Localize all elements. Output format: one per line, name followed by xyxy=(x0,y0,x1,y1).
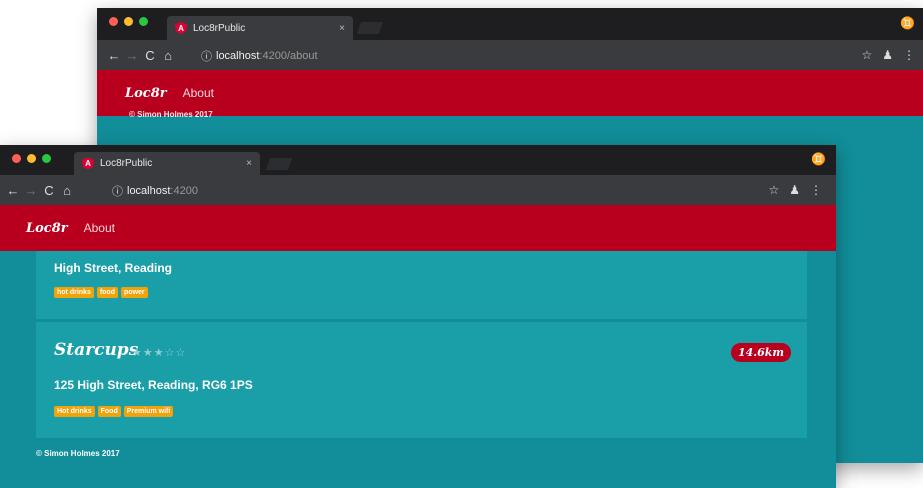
location-card[interactable]: Starcups ★★★☆☆ 14.6km 125 High Street, R… xyxy=(36,322,807,438)
partial-footer-text: © Simon Holmes 2017 xyxy=(129,110,213,119)
facility-badge: hot drinks xyxy=(54,287,94,298)
page-content: High Street, Reading hot drinks food pow… xyxy=(0,251,836,488)
nav-link-about[interactable]: About xyxy=(84,221,115,235)
tab-title: Loc8rPublic xyxy=(193,22,246,34)
nav-link-about[interactable]: About xyxy=(183,86,214,100)
address-bar[interactable]: ⓘ localhost:4200 xyxy=(112,183,198,199)
menu-icon[interactable]: ⋮ xyxy=(810,183,822,197)
tab-title: Loc8rPublic xyxy=(100,158,153,169)
brand-logo[interactable]: Loc8r xyxy=(125,86,167,101)
close-window-button[interactable] xyxy=(12,154,21,163)
incognito-icon: ♊ xyxy=(811,152,826,166)
incognito-icon: ♊ xyxy=(900,16,915,30)
angular-icon: A xyxy=(175,22,187,34)
info-icon[interactable]: ⓘ xyxy=(201,48,212,64)
page-footer: © Simon Holmes 2017 xyxy=(36,449,120,458)
angular-icon: A xyxy=(82,157,94,170)
window-controls xyxy=(12,154,51,163)
bookmark-star-icon[interactable]: ☆ xyxy=(861,48,872,62)
window-controls xyxy=(109,17,148,26)
extension-icon[interactable]: ♟ xyxy=(882,48,893,62)
location-address: 125 High Street, Reading, RG6 1PS xyxy=(54,378,253,392)
home-icon[interactable]: ⌂ xyxy=(58,183,76,198)
title-bar: A Loc8rPublic × ♊ xyxy=(97,8,923,40)
facility-tags: Hot drinks Food Premium wifi xyxy=(54,406,174,417)
address-bar[interactable]: ⓘ localhost:4200/about xyxy=(201,48,318,64)
maximize-window-button[interactable] xyxy=(42,154,51,163)
forward-icon[interactable]: → xyxy=(22,183,40,198)
close-icon[interactable]: × xyxy=(339,23,345,34)
browser-tab[interactable]: A Loc8rPublic × xyxy=(74,152,260,175)
app-navbar: Loc8r About xyxy=(97,70,923,116)
browser-toolbar: ← → C ⌂ ⓘ localhost:4200 ☆ ♟ ⋮ xyxy=(0,175,836,205)
facility-tags: hot drinks food power xyxy=(54,287,148,298)
distance-badge: 14.6km xyxy=(730,343,791,362)
url-path: :4200 xyxy=(170,185,198,197)
facility-badge: Hot drinks xyxy=(54,406,95,417)
reload-icon[interactable]: C xyxy=(40,183,58,198)
close-window-button[interactable] xyxy=(109,17,118,26)
forward-icon[interactable]: → xyxy=(123,48,141,63)
rating-stars: ★★★☆☆ xyxy=(132,347,187,359)
browser-toolbar: ← → C ⌂ ⓘ localhost:4200/about ☆ ♟ ⋮ xyxy=(97,40,923,70)
browser-tab[interactable]: A Loc8rPublic × xyxy=(167,16,353,40)
minimize-window-button[interactable] xyxy=(124,17,133,26)
facility-badge: Food xyxy=(97,406,121,417)
info-icon[interactable]: ⓘ xyxy=(112,183,123,199)
toolbar-actions: ☆ ♟ ⋮ xyxy=(768,183,822,197)
location-card[interactable]: High Street, Reading hot drinks food pow… xyxy=(36,251,807,319)
facility-badge: Premium wifi xyxy=(123,406,174,417)
maximize-window-button[interactable] xyxy=(139,17,148,26)
new-tab-button[interactable] xyxy=(356,22,384,34)
reload-icon[interactable]: C xyxy=(141,48,159,63)
close-icon[interactable]: × xyxy=(246,158,252,169)
front-browser-window: A Loc8rPublic × ♊ ← → C ⌂ ⓘ localhost:42… xyxy=(0,145,836,488)
app-navbar: Loc8r About xyxy=(0,205,836,251)
url-host: localhost xyxy=(127,185,171,197)
bookmark-star-icon[interactable]: ☆ xyxy=(768,183,779,197)
brand-logo[interactable]: Loc8r xyxy=(26,221,68,236)
location-name[interactable]: Starcups xyxy=(54,340,138,360)
extension-icon[interactable]: ♟ xyxy=(789,183,800,197)
toolbar-actions: ☆ ♟ ⋮ xyxy=(861,48,915,62)
facility-badge: food xyxy=(96,287,119,298)
minimize-window-button[interactable] xyxy=(27,154,36,163)
new-tab-button[interactable] xyxy=(265,158,293,170)
url-path: :4200/about xyxy=(259,50,318,62)
back-icon[interactable]: ← xyxy=(105,48,123,63)
location-address: High Street, Reading xyxy=(54,261,173,275)
url-host: localhost xyxy=(216,50,260,62)
menu-icon[interactable]: ⋮ xyxy=(903,48,915,62)
title-bar: A Loc8rPublic × ♊ xyxy=(0,145,836,175)
home-icon[interactable]: ⌂ xyxy=(159,48,177,63)
facility-badge: power xyxy=(121,287,148,298)
back-icon[interactable]: ← xyxy=(4,183,22,198)
